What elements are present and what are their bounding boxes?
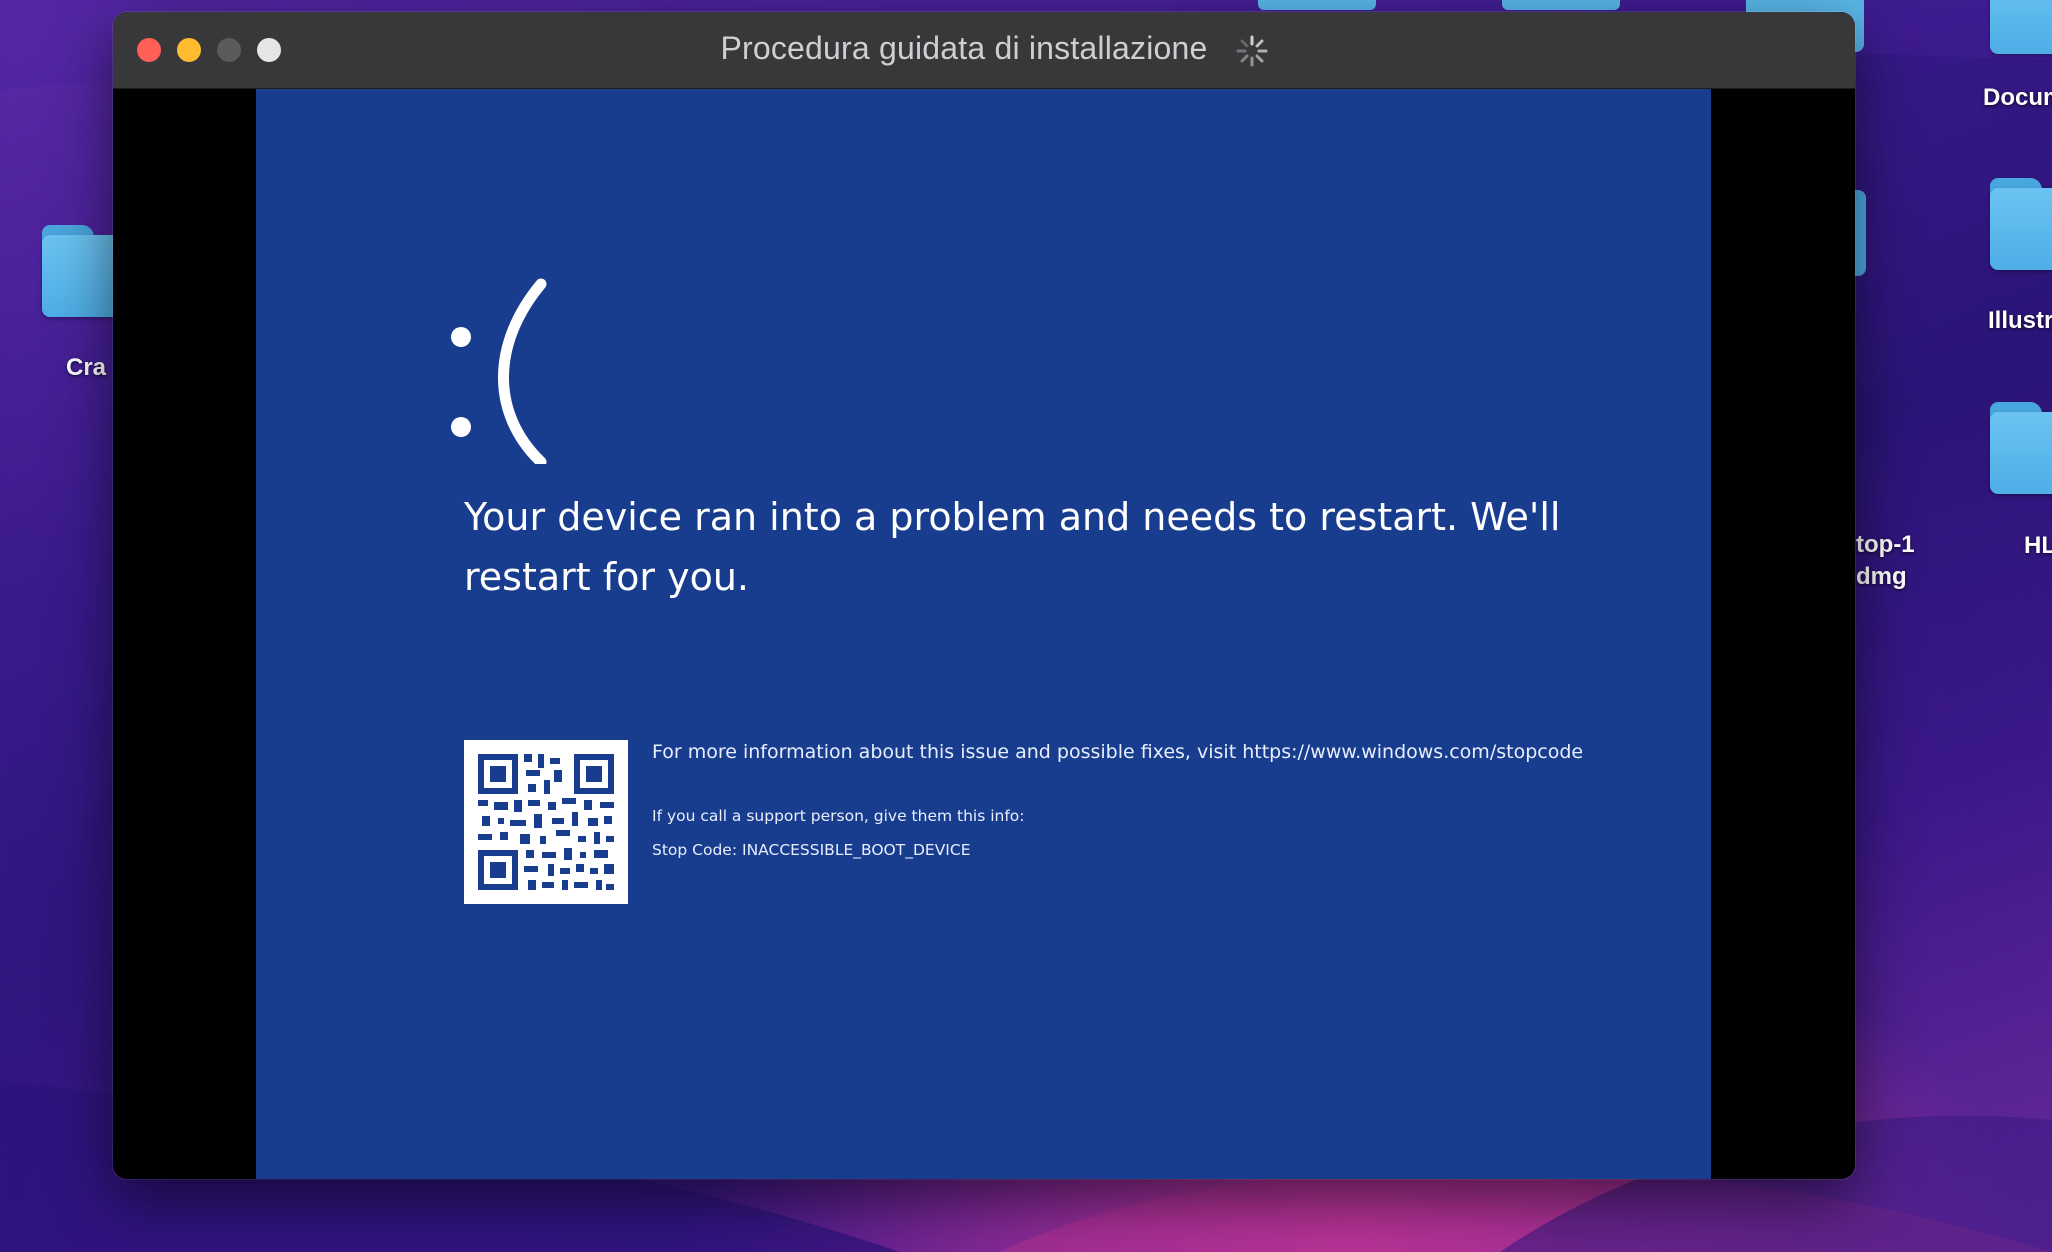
folder-icon bbox=[1990, 402, 2052, 494]
desktop-folder-hl-label: HL bbox=[2024, 532, 2052, 559]
guest-screen[interactable]: Your device ran into a problem and needs… bbox=[256, 89, 1711, 1179]
desktop-folder-illustrator-label: Illustr bbox=[1988, 307, 2052, 334]
stop-code: Stop Code: INACCESSIBLE_BOOT_DEVICE bbox=[652, 841, 971, 859]
qr-code-icon bbox=[464, 740, 628, 904]
folder-icon bbox=[1990, 0, 2052, 54]
desktop-dmg-label-line1: top-1 bbox=[1856, 531, 1915, 558]
desktop-dmg-label-line2: dmg bbox=[1856, 563, 1907, 590]
info-link-text: For more information about this issue an… bbox=[652, 741, 1584, 763]
sad-face-icon bbox=[451, 278, 547, 464]
error-message: Your device ran into a problem and needs… bbox=[464, 495, 1561, 599]
support-text: If you call a support person, give them … bbox=[652, 807, 1025, 825]
folder-icon bbox=[1990, 178, 2052, 270]
vm-window: Procedura guidata di installazione Your … bbox=[113, 12, 1855, 1179]
desktop-folder-documents-label: Docum bbox=[1983, 84, 2052, 111]
activity-spinner-icon bbox=[1236, 35, 1268, 67]
window-title: Procedura guidata di installazione bbox=[720, 30, 1208, 66]
desktop-item-top-2[interactable] bbox=[1502, 0, 1620, 10]
window-title-container: Procedura guidata di installazione bbox=[113, 30, 1855, 67]
desktop-item-top-1[interactable] bbox=[1258, 0, 1376, 10]
titlebar[interactable]: Procedura guidata di installazione bbox=[113, 12, 1855, 89]
desktop-folder-left-label: Cra bbox=[66, 354, 107, 381]
